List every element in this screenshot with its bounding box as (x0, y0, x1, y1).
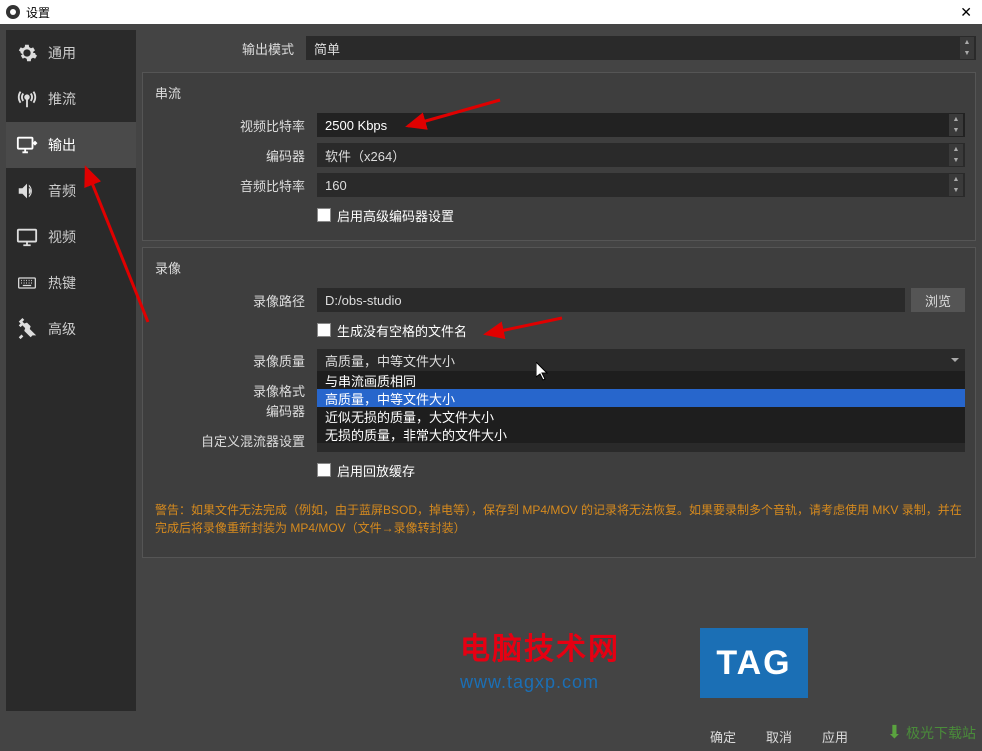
watermark-badge: TAG (700, 628, 808, 698)
sidebar-item-label: 视频 (48, 227, 76, 247)
recording-quality-dropdown: 与串流画质相同 高质量，中等文件大小 近似无损的质量，大文件大小 无损的质量，非… (317, 371, 965, 443)
sidebar-item-advanced[interactable]: 高级 (6, 306, 136, 352)
watermark-badge-text: TAG (716, 644, 791, 683)
close-icon[interactable]: ✕ (956, 4, 976, 21)
apply-button[interactable]: 应用 (808, 723, 862, 750)
nospace-label: 生成没有空格的文件名 (337, 321, 467, 340)
audio-bitrate-label: 音频比特率 (153, 176, 317, 195)
cancel-button[interactable]: 取消 (752, 723, 806, 750)
sidebar-item-output[interactable]: 输出 (6, 122, 136, 168)
sidebar-item-label: 热键 (48, 273, 76, 293)
dialog-footer: 确定 取消 应用 (0, 721, 982, 751)
recording-quality-label: 录像质量 (153, 351, 317, 370)
advanced-encoder-checkbox-row[interactable]: 启用高级编码器设置 (317, 206, 454, 225)
chevron-up-icon[interactable]: ▲ (960, 37, 974, 48)
monitor-icon (16, 226, 38, 248)
chevron-up-icon[interactable]: ▲ (949, 114, 963, 125)
replay-label: 启用回放缓存 (337, 461, 415, 480)
sidebar-item-general[interactable]: 通用 (6, 30, 136, 76)
chevron-up-icon[interactable]: ▲ (949, 144, 963, 155)
checkbox-icon[interactable] (317, 463, 331, 477)
nospace-checkbox-row[interactable]: 生成没有空格的文件名 (317, 321, 467, 340)
warning-text: 警告：如果文件无法完成（例如，由于蓝屏BSOD，掉电等），保存到 MP4/MOV… (153, 493, 965, 545)
recording-path-label: 录像路径 (153, 291, 317, 310)
quality-option[interactable]: 与串流画质相同 (317, 371, 965, 389)
checkbox-icon[interactable] (317, 323, 331, 337)
checkbox-icon[interactable] (317, 208, 331, 222)
quality-option[interactable]: 高质量，中等文件大小 (317, 389, 965, 407)
recording-path-input[interactable] (317, 288, 905, 312)
sidebar-item-label: 输出 (48, 135, 76, 155)
titlebar: 设置 ✕ (0, 0, 982, 24)
browse-button[interactable]: 浏览 (911, 288, 965, 312)
antenna-icon (16, 88, 38, 110)
recording-quality-select[interactable]: 高质量，中等文件大小 (317, 349, 965, 371)
output-mode-value: 简单 (314, 39, 340, 58)
chevron-down-icon[interactable]: ▼ (949, 155, 963, 166)
video-bitrate-label: 视频比特率 (153, 116, 317, 135)
recording-fieldset: 录像 录像路径 浏览 生成没有空格的文件名 录像质量 (142, 247, 976, 558)
tools-icon (16, 318, 38, 340)
audio-bitrate-value: 160 (325, 178, 347, 193)
video-bitrate-input[interactable]: 2500 Kbps ▲▼ (317, 113, 965, 137)
app-icon (6, 5, 20, 19)
sidebar-item-label: 通用 (48, 43, 76, 63)
output-mode-label: 输出模式 (142, 39, 306, 58)
monitor-output-icon (16, 134, 38, 156)
encoder-label: 编码器 (153, 146, 317, 165)
sidebar-item-video[interactable]: 视频 (6, 214, 136, 260)
output-mode-select[interactable]: 简单 ▲▼ (306, 36, 976, 60)
sidebar-item-hotkeys[interactable]: 热键 (6, 260, 136, 306)
watermark-url: www.tagxp.com (460, 672, 620, 693)
sidebar-item-label: 推流 (48, 89, 76, 109)
ok-button[interactable]: 确定 (696, 723, 750, 750)
main-panel: 输出模式 简单 ▲▼ 串流 视频比特率 2500 Kbps ▲▼ (142, 30, 976, 711)
watermark-text: 电脑技术网 (460, 624, 620, 668)
chevron-down-icon[interactable]: ▼ (949, 125, 963, 136)
chevron-up-icon[interactable]: ▲ (949, 174, 963, 185)
sidebar-item-label: 高级 (48, 319, 76, 339)
encoder-value: 软件（x264） (325, 146, 405, 165)
chevron-down-icon[interactable]: ▼ (960, 48, 974, 59)
video-bitrate-value: 2500 Kbps (325, 118, 387, 133)
advanced-encoder-label: 启用高级编码器设置 (337, 206, 454, 225)
recording-legend: 录像 (153, 252, 965, 283)
window-title: 设置 (26, 4, 50, 21)
sidebar-item-label: 音频 (48, 181, 76, 201)
sidebar-item-audio[interactable]: 音频 (6, 168, 136, 214)
streaming-fieldset: 串流 视频比特率 2500 Kbps ▲▼ 编码器 软件（x264） ▲▼ (142, 72, 976, 241)
quality-option[interactable]: 近似无损的质量，大文件大小 (317, 407, 965, 425)
recording-format-label: 录像格式 (153, 381, 317, 400)
muxer-label: 自定义混流器设置 (153, 431, 317, 450)
replay-checkbox-row[interactable]: 启用回放缓存 (317, 461, 415, 480)
encoder-select[interactable]: 软件（x264） ▲▼ (317, 143, 965, 167)
quality-option[interactable]: 无损的质量，非常大的文件大小 (317, 425, 965, 443)
chevron-down-icon[interactable]: ▼ (949, 185, 963, 196)
gear-icon (16, 42, 38, 64)
keyboard-icon (16, 272, 38, 294)
output-mode-row: 输出模式 简单 ▲▼ (142, 30, 976, 66)
recording-encoder-label: 编码器 (153, 401, 317, 420)
sidebar-item-stream[interactable]: 推流 (6, 76, 136, 122)
recording-quality-value: 高质量，中等文件大小 (325, 351, 455, 370)
watermark: 电脑技术网 www.tagxp.com (460, 624, 620, 693)
sidebar: 通用 推流 输出 音频 视频 (6, 30, 136, 711)
speaker-icon (16, 180, 38, 202)
streaming-legend: 串流 (153, 77, 965, 108)
audio-bitrate-select[interactable]: 160 ▲▼ (317, 173, 965, 197)
